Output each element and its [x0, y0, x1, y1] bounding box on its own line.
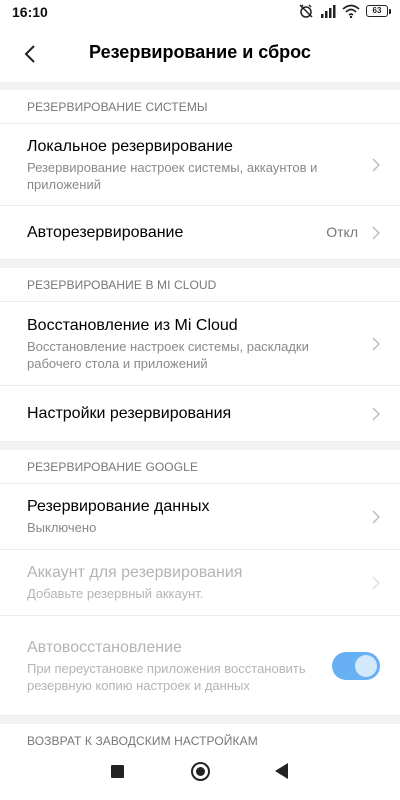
backup-settings-item[interactable]: Настройки резервирования	[0, 386, 400, 442]
item-subtitle: Добавьте резервный аккаунт.	[27, 586, 204, 601]
section-divider	[0, 716, 400, 724]
chevron-right-icon	[372, 575, 380, 590]
section-header-system: РЕЗЕРВИРОВАНИЕ СИСТЕМЫ	[0, 90, 400, 124]
item-title: Аккаунт для резервирования	[27, 564, 243, 581]
header: Резервирование и сброс	[0, 24, 400, 82]
section-header-mi-cloud: РЕЗЕРВИРОВАНИЕ В MI CLOUD	[0, 268, 400, 302]
square-icon[interactable]	[111, 765, 124, 778]
item-title: Автовосстановление	[27, 638, 182, 656]
auto-restore-item[interactable]: Автовосстановление При переустановке при…	[0, 616, 400, 716]
home-dot	[196, 767, 205, 776]
item-title: Восстановление из Mi Cloud	[27, 316, 238, 334]
section-header-google: РЕЗЕРВИРОВАНИЕ GOOGLE	[0, 450, 400, 484]
section-divider	[0, 442, 400, 450]
settings-list: РЕЗЕРВИРОВАНИЕ СИСТЕМЫ Локальное резерви…	[0, 82, 400, 758]
section-divider	[0, 260, 400, 268]
wifi-icon	[342, 4, 360, 18]
item-title: Настройки резервирования	[27, 404, 232, 422]
chevron-right-icon	[372, 157, 380, 172]
chevron-right-icon	[372, 406, 380, 421]
local-backup-item[interactable]: Локальное резервирование Резервирование …	[0, 124, 400, 206]
chevron-right-icon	[372, 225, 380, 240]
section-divider	[0, 82, 400, 90]
item-subtitle: Выключено	[27, 520, 97, 535]
item-title: Авторезервирование	[27, 223, 184, 241]
navigation-bar	[0, 748, 400, 800]
chevron-right-icon	[372, 336, 380, 351]
triangle-back-icon[interactable]	[275, 763, 288, 779]
item-title: Резервирование данных	[27, 498, 210, 515]
item-subtitle: Восстановление настроек системы, расклад…	[27, 338, 309, 371]
status-icons: 63	[298, 3, 391, 19]
page-title: Резервирование и сброс	[89, 42, 311, 62]
status-bar: 16:10 63	[0, 0, 400, 24]
auto-restore-toggle[interactable]	[332, 651, 380, 680]
signal-icon	[321, 5, 336, 18]
item-subtitle: При переустановке приложения восстановит…	[27, 660, 306, 693]
auto-backup-item[interactable]: Авторезервирование Откл	[0, 206, 400, 260]
backup-account-item[interactable]: Аккаунт для резервирования Добавьте резе…	[0, 550, 400, 616]
alarm-off-icon	[299, 4, 313, 18]
toggle-knob	[355, 654, 377, 677]
item-title: Локальное резервирование	[27, 137, 233, 155]
data-backup-item[interactable]: Резервирование данных Выключено	[0, 484, 400, 550]
auto-backup-value: Откл	[326, 223, 358, 240]
restore-mi-cloud-item[interactable]: Восстановление из Mi Cloud Восстановлени…	[0, 302, 400, 386]
status-time: 16:10	[12, 4, 48, 20]
battery-icon: 63	[366, 5, 391, 17]
circle-icon[interactable]	[191, 762, 210, 781]
item-subtitle: Резервирование настроек системы, аккаунт…	[27, 159, 318, 192]
battery-level: 63	[372, 6, 382, 15]
chevron-right-icon	[372, 509, 380, 524]
